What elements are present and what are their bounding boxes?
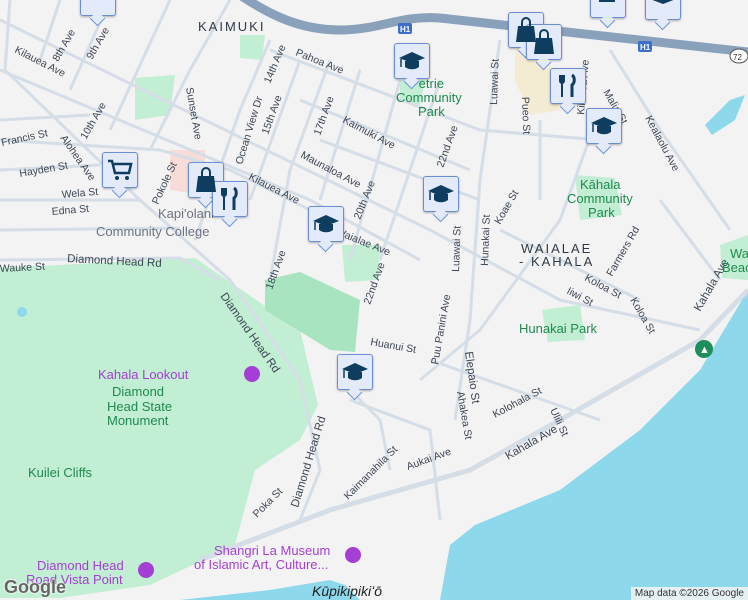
svg-text:Community: Community	[567, 191, 633, 206]
shopping-bag-icon	[534, 29, 554, 54]
school-marker[interactable]	[308, 206, 344, 242]
svg-text:Diamond: Diamond	[112, 384, 164, 399]
fork-knife-icon	[221, 186, 238, 210]
svg-text:Wa: Wa	[730, 246, 748, 261]
shopping-marker[interactable]	[526, 24, 562, 60]
graduation-cap-icon	[313, 215, 339, 233]
svg-text:Aukai Ave: Aukai Ave	[405, 446, 453, 473]
restaurant-marker[interactable]	[212, 181, 248, 217]
svg-text:Kuilei Cliffs: Kuilei Cliffs	[28, 465, 93, 480]
cup-icon	[599, 0, 615, 2]
museum-icon	[345, 547, 361, 563]
svg-text:Monument: Monument	[107, 413, 169, 428]
school-marker[interactable]	[423, 176, 459, 212]
kahala-lookout-label: Kahala Lookout	[98, 367, 189, 382]
svg-text:Edna St: Edna St	[51, 203, 89, 218]
svg-text:Luawai St: Luawai St	[488, 59, 502, 106]
svg-text:Hunakai Park: Hunakai Park	[519, 321, 598, 336]
graduation-cap-icon	[591, 117, 617, 135]
svg-text:Hunakai St: Hunakai St	[479, 214, 493, 266]
svg-text:Wauke St: Wauke St	[0, 261, 45, 275]
svg-text:72: 72	[733, 53, 742, 62]
svg-text:Kāhala: Kāhala	[580, 177, 621, 192]
svg-text:KAIMUKI: KAIMUKI	[198, 19, 265, 34]
cafe-marker[interactable]	[590, 0, 626, 18]
svg-text:H1: H1	[400, 25, 411, 34]
svg-text:9th Ave: 9th Ave	[84, 25, 112, 61]
svg-text:Park: Park	[418, 104, 445, 119]
graduation-cap-icon	[342, 363, 368, 381]
svg-text:Huanui St: Huanui St	[369, 336, 417, 356]
svg-text:H1: H1	[640, 43, 651, 52]
google-logo[interactable]: Google	[4, 577, 66, 598]
svg-text:Koae St: Koae St	[492, 188, 521, 226]
svg-text:Diamond Head: Diamond Head	[37, 558, 124, 573]
svg-text:Poka St: Poka St	[251, 486, 286, 521]
svg-text:Park: Park	[588, 205, 615, 220]
school-marker[interactable]	[337, 354, 373, 390]
svg-text:Farmers Rd: Farmers Rd	[604, 224, 642, 278]
svg-text:of Islamic Art, Culture...: of Islamic Art, Culture...	[194, 557, 328, 572]
svg-text:Kealaolu Ave: Kealaolu Ave	[642, 114, 681, 174]
svg-text:Kapi'olani: Kapi'olani	[158, 206, 214, 221]
map-canvas[interactable]: KAIMUKI WAIALAE - KAHALA Kilauea Ave 8th…	[0, 0, 748, 600]
graduation-cap-icon	[652, 0, 674, 4]
svg-text:Kahala Ave: Kahala Ave	[504, 423, 560, 462]
svg-text:Francis St: Francis St	[0, 127, 49, 149]
svg-text:Hayden St: Hayden St	[18, 160, 68, 180]
svg-text:Pueo St: Pueo St	[519, 97, 532, 135]
school-marker[interactable]	[645, 0, 681, 20]
svg-text:Beac: Beac	[722, 260, 748, 275]
svg-text:Kūpikipikiʻō: Kūpikipikiʻō	[312, 583, 382, 599]
svg-text:- KAHALA: - KAHALA	[519, 254, 594, 269]
school-marker[interactable]	[394, 43, 430, 79]
shopping-cart-icon	[108, 159, 133, 180]
restaurant-marker[interactable]	[550, 68, 586, 104]
school-marker[interactable]	[586, 108, 622, 144]
map-marker[interactable]	[80, 0, 116, 16]
svg-text:▲: ▲	[699, 344, 710, 356]
svg-text:Luawai St: Luawai St	[450, 226, 464, 273]
shopping-cart-marker[interactable]	[102, 152, 138, 188]
svg-text:Community: Community	[396, 90, 462, 105]
svg-text:Community College: Community College	[96, 224, 209, 239]
svg-text:Head State: Head State	[107, 399, 172, 414]
svg-text:Shangri La Museum: Shangri La Museum	[214, 543, 330, 558]
graduation-cap-icon	[399, 52, 425, 70]
camera-icon	[138, 562, 154, 578]
camera-icon	[244, 366, 260, 382]
graduation-cap-icon	[428, 185, 454, 203]
fork-knife-icon	[559, 73, 576, 97]
svg-text:22nd Ave: 22nd Ave	[435, 124, 461, 169]
svg-text:Sunset Ave: Sunset Ave	[183, 86, 204, 140]
map-attribution[interactable]: Map data ©2026 Google	[630, 587, 748, 600]
